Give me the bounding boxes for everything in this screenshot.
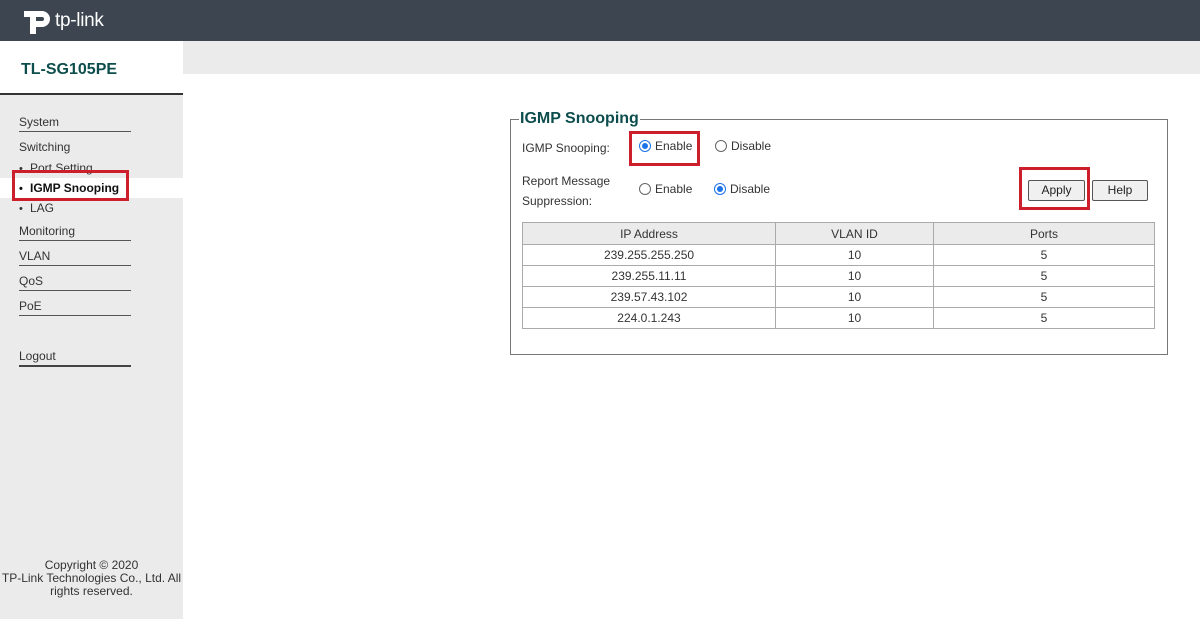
tp-link-logo-icon bbox=[24, 11, 50, 34]
panel-title: IGMP Snooping bbox=[520, 110, 639, 127]
sidebar-item-switching[interactable]: Switching bbox=[19, 140, 131, 156]
vlan-id-cell: 10 bbox=[775, 286, 934, 308]
column-header-ip-address: IP Address bbox=[522, 222, 776, 245]
model-name: TL-SG105PE bbox=[21, 61, 118, 78]
sidebar-item-label: LAG bbox=[30, 201, 55, 215]
help-button[interactable]: Help bbox=[1092, 180, 1148, 201]
top-strip bbox=[183, 41, 1200, 74]
radio-circle bbox=[715, 140, 727, 152]
sidebar-item-poe[interactable]: PoE bbox=[19, 299, 131, 316]
brand-name: tp-link bbox=[55, 9, 104, 31]
highlight-box-sidebar bbox=[12, 170, 129, 201]
radio-label: Enable bbox=[655, 182, 693, 196]
column-header-ports: Ports bbox=[933, 222, 1155, 245]
sidebar-item-logout[interactable]: Logout bbox=[19, 349, 131, 367]
report-suppression-label-line1: Report Message bbox=[522, 174, 611, 188]
sidebar-item-qos[interactable]: QoS bbox=[19, 274, 131, 291]
igmp-table: IP Address VLAN ID Ports 239.255.255.250… bbox=[522, 222, 1155, 329]
ip-address-cell: 239.255.255.250 bbox=[522, 244, 776, 266]
vlan-id-cell: 10 bbox=[775, 307, 934, 329]
column-header-vlan-id: VLAN ID bbox=[775, 222, 934, 245]
radio-circle-checked bbox=[714, 183, 726, 195]
ip-address-cell: 239.57.43.102 bbox=[522, 286, 776, 308]
sidebar-item-system[interactable]: System bbox=[19, 115, 131, 132]
ports-cell: 5 bbox=[933, 286, 1155, 308]
table-row: 239.255.255.250 10 5 bbox=[522, 244, 1155, 266]
vlan-id-cell: 10 bbox=[775, 244, 934, 266]
radio-label: Disable bbox=[730, 182, 771, 196]
table-row: 239.255.11.11 10 5 bbox=[522, 265, 1155, 287]
sidebar-item-vlan[interactable]: VLAN bbox=[19, 249, 131, 266]
sidebar-item-monitoring[interactable]: Monitoring bbox=[19, 224, 131, 241]
report-enable-radio[interactable]: Enable bbox=[639, 182, 692, 196]
report-suppression-label-line2: Suppression: bbox=[522, 194, 593, 208]
radio-circle bbox=[639, 183, 651, 195]
igmp-snooping-label: IGMP Snooping: bbox=[522, 141, 610, 155]
ports-cell: 5 bbox=[933, 307, 1155, 329]
table-row: 224.0.1.243 10 5 bbox=[522, 307, 1155, 329]
ports-cell: 5 bbox=[933, 265, 1155, 287]
sidebar-item-lag[interactable]: • LAG bbox=[19, 201, 54, 215]
model-box: TL-SG105PE bbox=[0, 41, 183, 95]
report-disable-radio[interactable]: Disable bbox=[714, 182, 770, 196]
table-header-row: IP Address VLAN ID Ports bbox=[522, 222, 1155, 245]
top-bar: tp-link bbox=[0, 0, 1200, 41]
copyright-line: rights reserved. bbox=[50, 584, 133, 598]
table-row: 239.57.43.102 10 5 bbox=[522, 286, 1155, 308]
ports-cell: 5 bbox=[933, 244, 1155, 266]
bullet: • bbox=[19, 203, 23, 215]
igmp-disable-radio[interactable]: Disable bbox=[715, 139, 771, 153]
vlan-id-cell: 10 bbox=[775, 265, 934, 287]
highlight-box-enable bbox=[629, 131, 700, 166]
highlight-box-apply bbox=[1019, 167, 1090, 210]
ip-address-cell: 239.255.11.11 bbox=[522, 265, 776, 287]
tp-link-logo[interactable]: tp-link bbox=[20, 5, 104, 36]
copyright: Copyright © 2020 TP-Link Technologies Co… bbox=[0, 559, 183, 598]
ip-address-cell: 224.0.1.243 bbox=[522, 307, 776, 329]
radio-label: Disable bbox=[731, 139, 772, 153]
